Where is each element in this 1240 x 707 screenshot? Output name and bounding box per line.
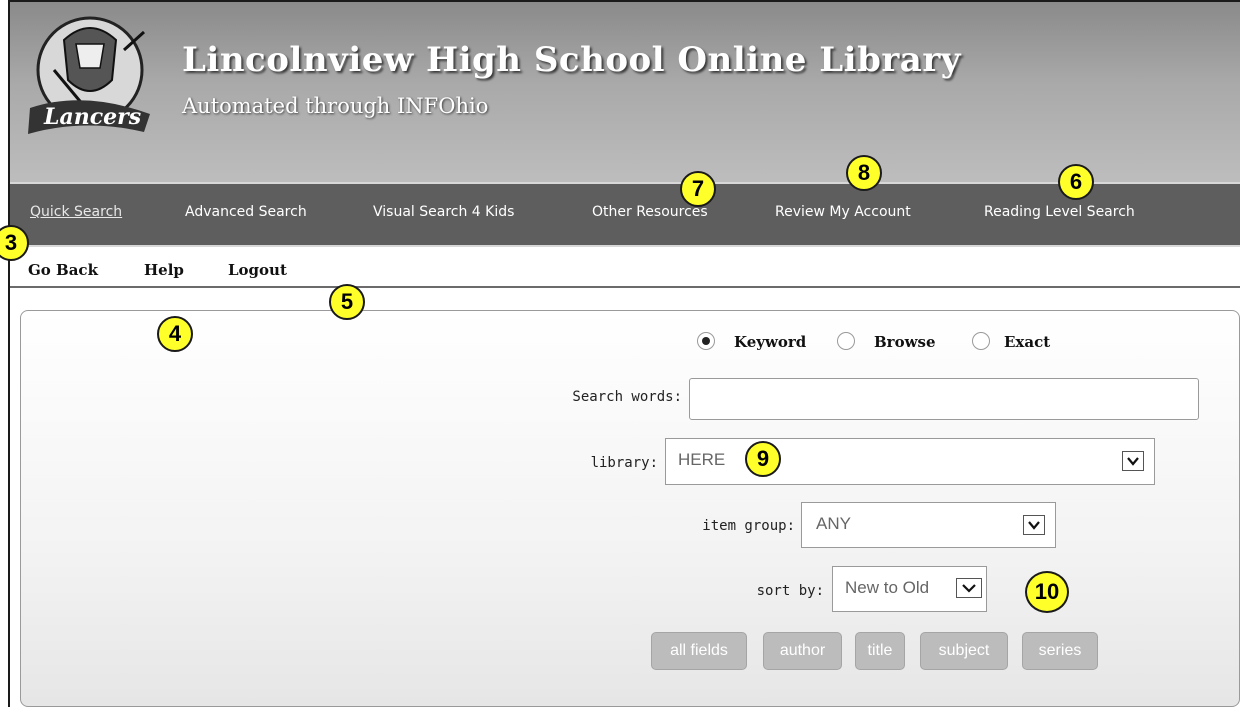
sort-by-label: sort by: — [756, 583, 824, 599]
logout-link[interactable]: Logout — [228, 261, 287, 279]
search-words-input[interactable] — [689, 378, 1199, 420]
school-logo[interactable]: Lancers — [24, 10, 156, 138]
exact-radio-label: Exact — [1004, 333, 1051, 351]
callout-7: 7 — [680, 171, 716, 207]
site-header: Lancers Lincolnview High School Online L… — [10, 2, 1240, 182]
go-back-link[interactable]: Go Back — [28, 261, 98, 279]
secondary-nav: Go Back Help Logout — [10, 250, 1240, 288]
tab-advanced-search[interactable]: Advanced Search — [185, 204, 307, 220]
callout-8: 8 — [846, 155, 882, 191]
tab-review-my-account[interactable]: Review My Account — [775, 204, 911, 220]
tab-quick-search[interactable]: Quick Search — [30, 204, 122, 220]
callout-9: 9 — [745, 441, 781, 477]
author-button[interactable]: author — [763, 632, 842, 670]
search-words-label: Search words: — [572, 389, 682, 405]
all-fields-button[interactable]: all fields — [651, 632, 747, 670]
callout-4: 4 — [157, 316, 193, 352]
library-select[interactable]: HERE — [665, 438, 1155, 485]
chevron-down-icon — [1023, 515, 1045, 535]
page-subtitle: Automated through INFOhio — [182, 94, 489, 118]
item-group-select-value: ANY — [816, 514, 851, 533]
callout-10: 10 — [1025, 571, 1069, 613]
svg-text:Lancers: Lancers — [43, 104, 141, 130]
item-group-select[interactable]: ANY — [801, 502, 1056, 548]
help-link[interactable]: Help — [144, 261, 184, 279]
sort-by-select-value: New to Old — [845, 578, 930, 597]
keyword-radio[interactable] — [697, 332, 715, 350]
callout-6: 6 — [1058, 164, 1094, 200]
callout-5: 5 — [329, 284, 365, 320]
library-select-value: HERE — [678, 450, 726, 469]
chevron-down-icon — [956, 578, 982, 598]
sort-by-select[interactable]: New to Old — [832, 566, 987, 612]
page-title: Lincolnview High School Online Library — [182, 40, 961, 80]
subject-button[interactable]: subject — [920, 632, 1008, 670]
item-group-label: item group: — [702, 518, 795, 534]
library-label: library: — [590, 455, 658, 471]
tab-other-resources[interactable]: Other Resources — [592, 204, 708, 220]
tab-visual-search-4-kids[interactable]: Visual Search 4 Kids — [373, 204, 514, 220]
browse-radio-label: Browse — [874, 333, 936, 351]
series-button[interactable]: series — [1022, 632, 1098, 670]
tab-reading-level-search[interactable]: Reading Level Search — [984, 204, 1135, 220]
title-button[interactable]: title — [855, 632, 905, 670]
browse-radio[interactable] — [837, 332, 855, 350]
exact-radio[interactable] — [972, 332, 990, 350]
main-nav: Quick Search Advanced Search Visual Sear… — [10, 182, 1240, 247]
keyword-radio-label: Keyword — [734, 333, 807, 351]
chevron-down-icon — [1122, 451, 1144, 471]
